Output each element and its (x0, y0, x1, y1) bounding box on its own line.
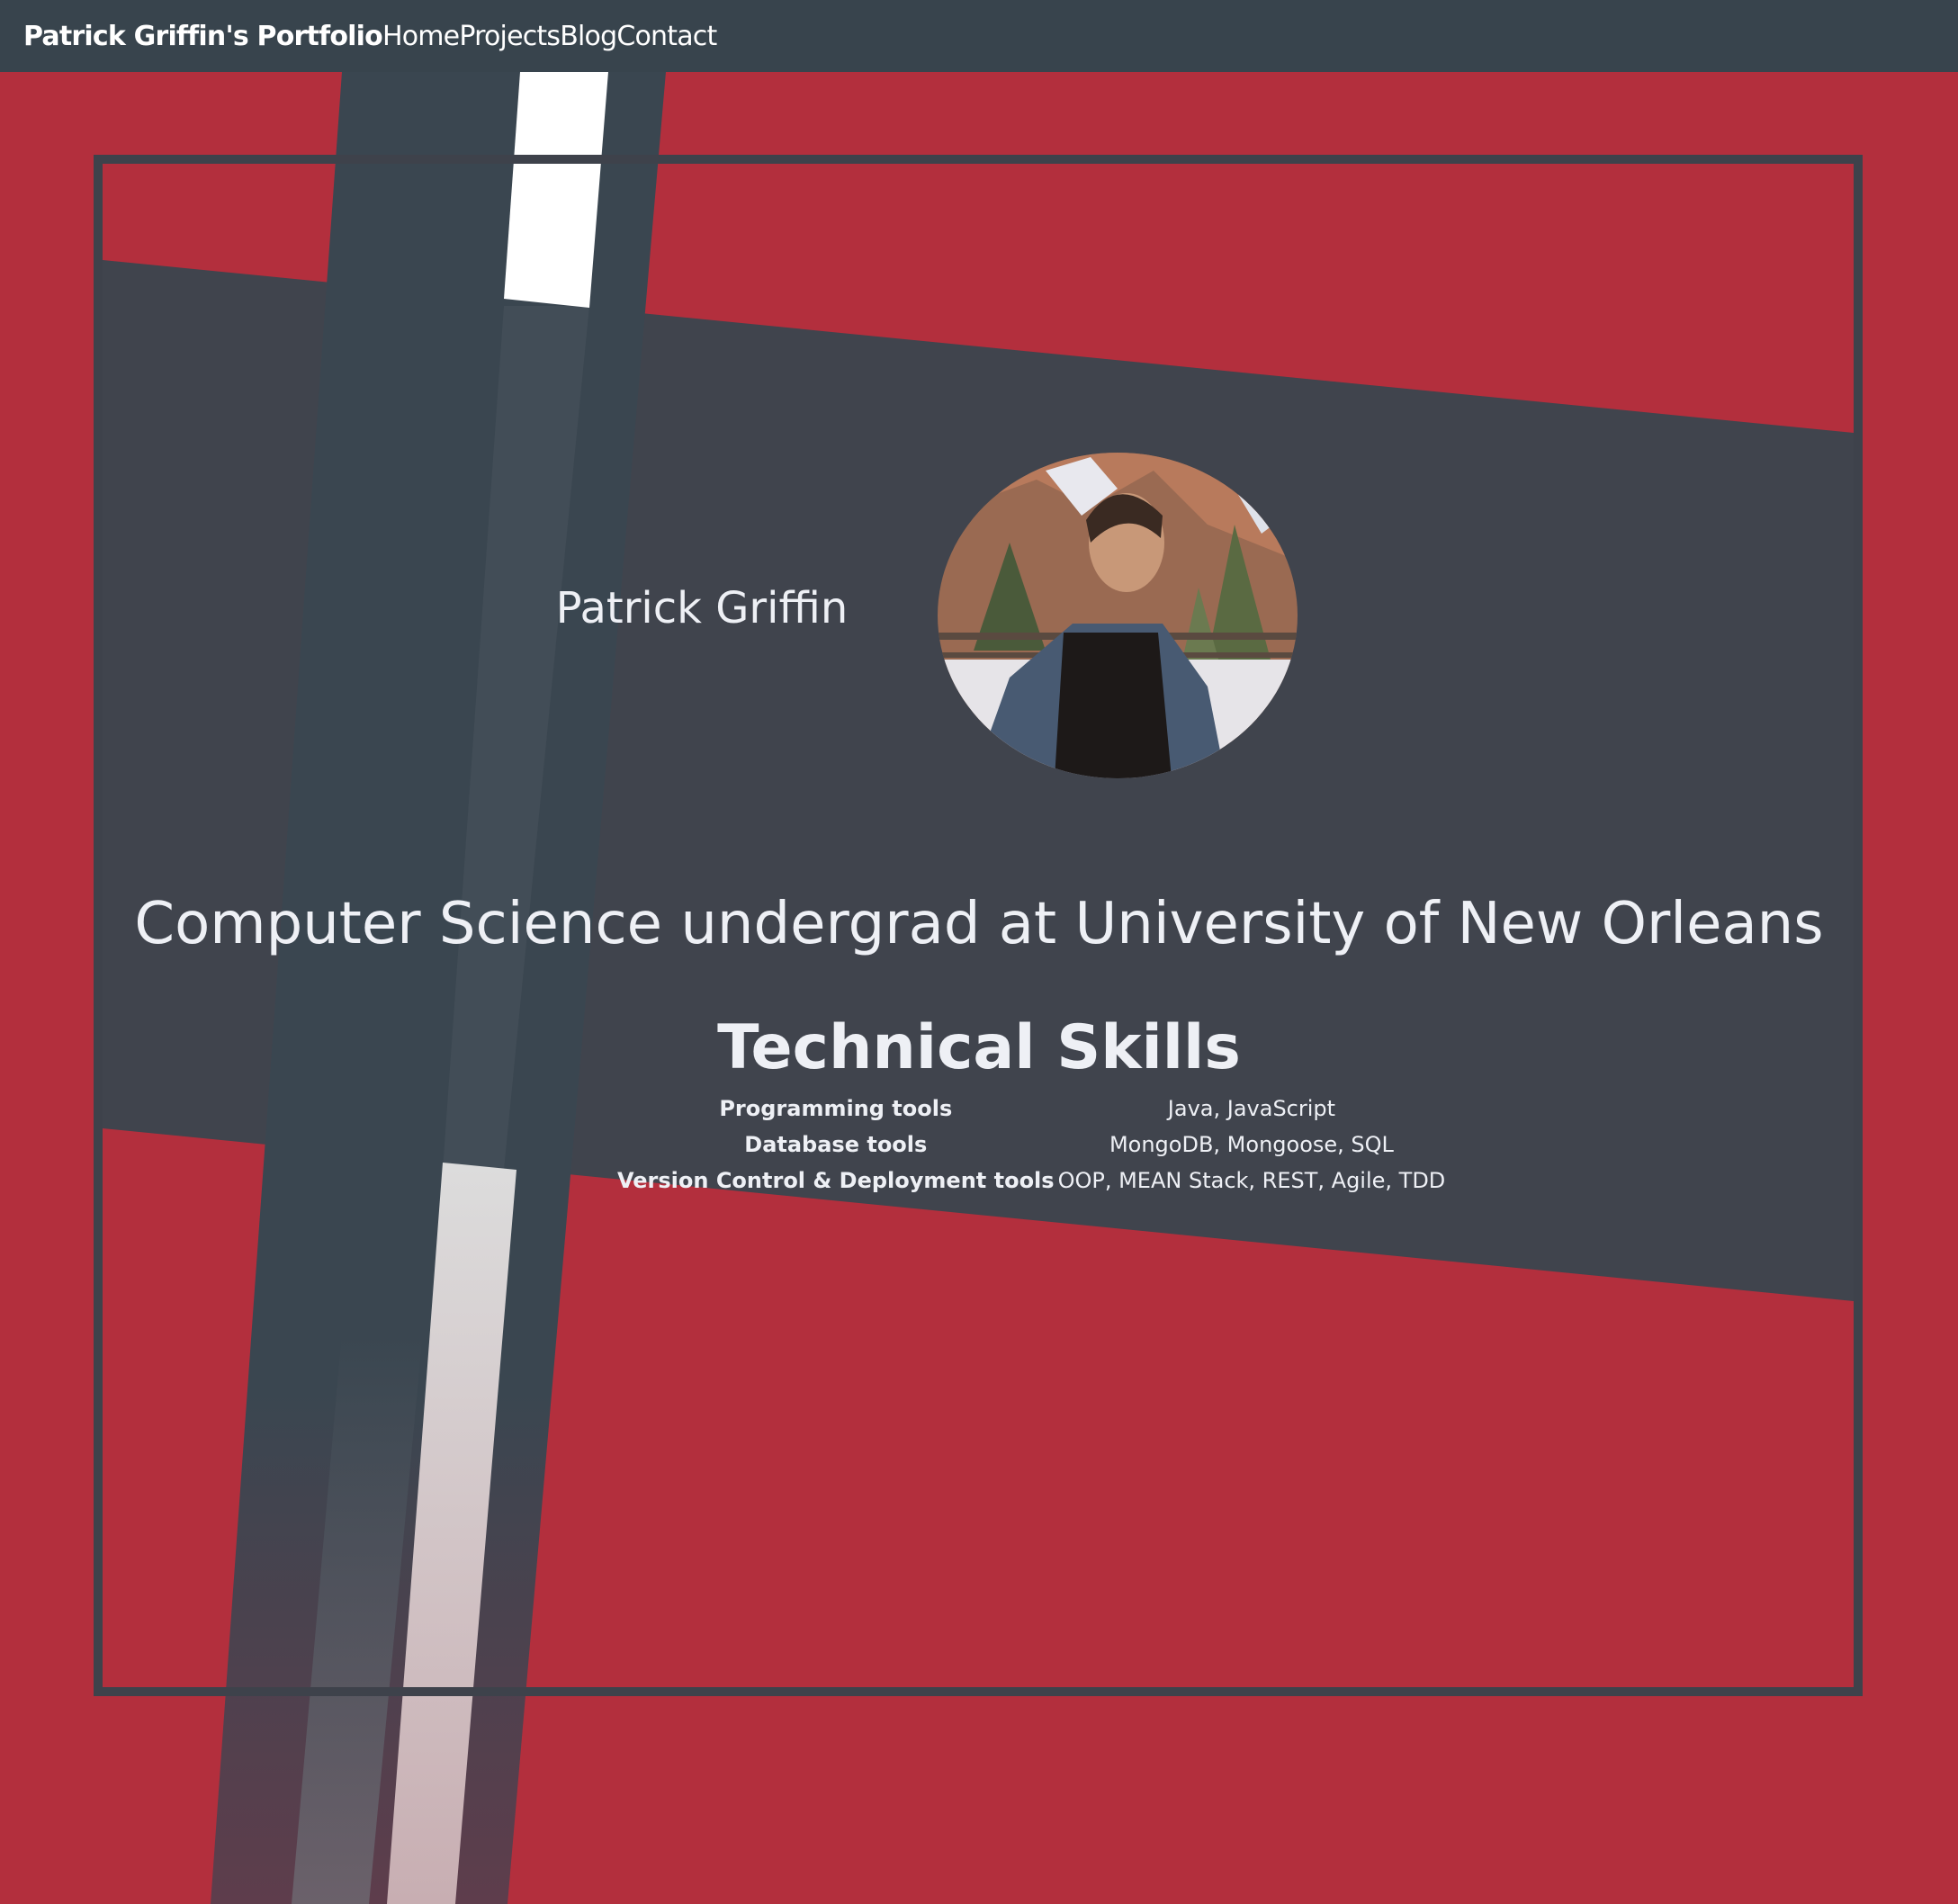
skills-heading: Technical Skills (717, 1012, 1241, 1083)
skill-label: Programming tools (719, 1096, 953, 1121)
nav-link-contact[interactable]: Contact (616, 21, 717, 52)
nav-link-home[interactable]: Home (382, 21, 460, 52)
skill-value: Java, JavaScript (1167, 1096, 1336, 1121)
skills-table: Programming tools Java, JavaScript Datab… (617, 1091, 1445, 1199)
nav-link-blog[interactable]: Blog (560, 21, 617, 52)
skill-label: Database tools (744, 1132, 928, 1157)
top-navbar: Patrick Griffin's Portfolio Home Project… (0, 0, 1958, 72)
tagline: Computer Science undergrad at University… (134, 891, 1824, 957)
profile-photo (938, 453, 1298, 778)
table-row: Database tools MongoDB, Mongoose, SQL (617, 1127, 1445, 1163)
nav-link-projects[interactable]: Projects (459, 21, 561, 52)
profile-photo-image (938, 453, 1298, 778)
skill-value: MongoDB, Mongoose, SQL (1109, 1132, 1394, 1157)
profile-name: Patrick Griffin (555, 583, 849, 633)
skill-value: OOP, MEAN Stack, REST, Agile, TDD (1057, 1168, 1446, 1193)
table-row: Programming tools Java, JavaScript (617, 1091, 1445, 1127)
brand-link[interactable]: Patrick Griffin's Portfolio (23, 21, 383, 52)
skill-label: Version Control & Deployment tools (617, 1168, 1055, 1193)
table-row: Version Control & Deployment tools OOP, … (617, 1163, 1445, 1199)
